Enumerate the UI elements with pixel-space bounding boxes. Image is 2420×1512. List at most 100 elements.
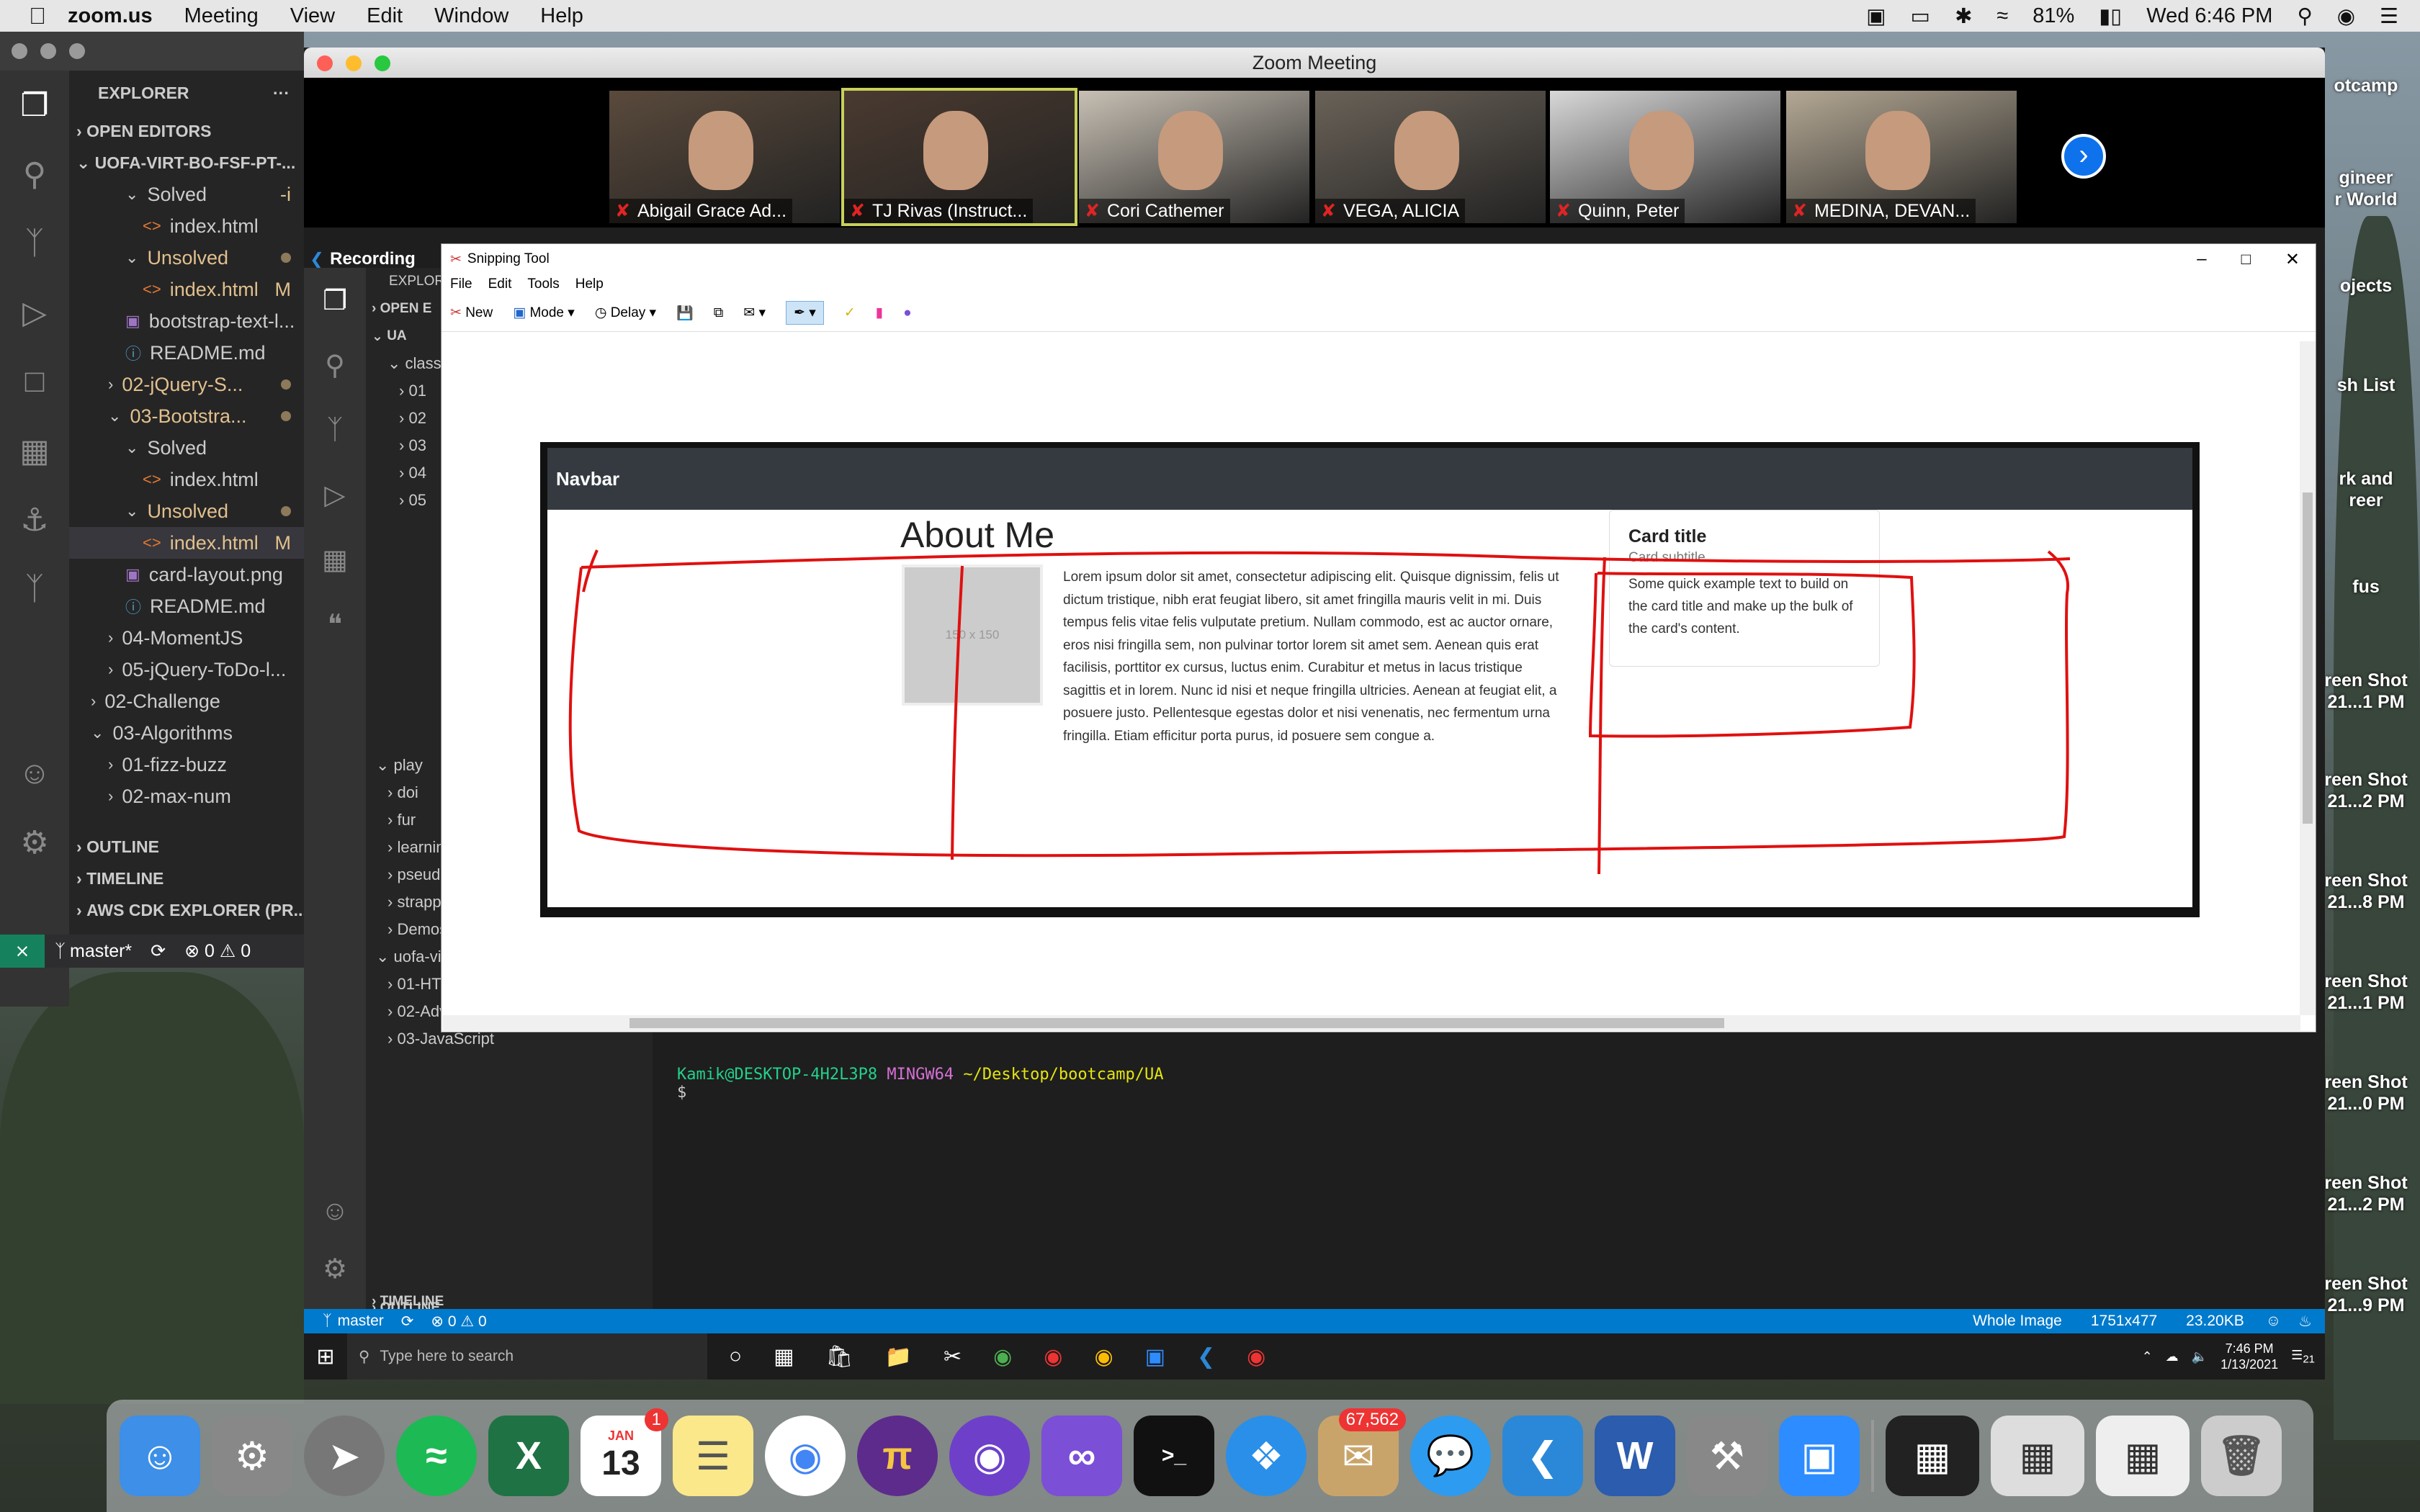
tree-item[interactable]: ⌄ Unsolved <box>69 495 304 527</box>
vscode-dock-icon[interactable]: ❮ <box>1502 1416 1583 1496</box>
menu-help[interactable]: Help <box>540 4 583 28</box>
bluetooth-icon[interactable]: ✱ <box>1955 4 1972 29</box>
mode-button[interactable]: ▣ Mode ▾ <box>513 305 575 321</box>
participant-tile[interactable]: ✘ MEDINA, DEVAN... <box>1786 91 2017 223</box>
launchpad-icon[interactable]: ➤ <box>304 1416 385 1496</box>
desktop-icon-label[interactable]: reen Shot 21...1 PM <box>2319 670 2413 713</box>
desktop-icon-label[interactable]: reen Shot 21...0 PM <box>2319 1071 2413 1115</box>
search-icon[interactable]: ⚲ <box>0 140 69 209</box>
clock[interactable]: Wed 6:46 PM <box>2146 4 2272 28</box>
wifi-icon[interactable]: ≈ <box>1996 4 2008 28</box>
tree-item[interactable]: ▣ bootstrap-text-l... <box>69 305 304 337</box>
tree-item[interactable]: <> index.html M <box>69 527 304 559</box>
pi-network-icon[interactable]: π <box>857 1416 938 1496</box>
docker-icon[interactable]: ⚓ <box>0 485 69 554</box>
menu-window[interactable]: Window <box>434 4 508 28</box>
tree-item[interactable]: ⌄ 03-Algorithms <box>69 717 304 749</box>
explorer-icon[interactable]: ❐ <box>0 71 69 140</box>
desktop-icon-label[interactable]: ojects <box>2319 275 2413 297</box>
save-icon[interactable]: 💾 <box>676 305 694 322</box>
zoom-fullscreen-button[interactable] <box>375 55 390 71</box>
sync-icon[interactable]: ⟳ <box>151 940 166 962</box>
system-preferences-icon[interactable]: ⚙ <box>212 1416 292 1496</box>
spotify-icon[interactable]: ≈ <box>396 1416 477 1496</box>
tree-item[interactable]: › 02-max-num <box>69 780 304 812</box>
snip-menu-file[interactable]: File <box>450 276 472 292</box>
wireless-diagnostics-icon[interactable]: ⚒ <box>1687 1416 1767 1496</box>
new-snip-button[interactable]: ✂ New <box>450 305 493 321</box>
safari-icon[interactable]: ❖ <box>1226 1416 1307 1496</box>
maximize-icon[interactable]: □ <box>2241 250 2251 269</box>
desktop-icon-label[interactable]: otcamp <box>2319 75 2413 96</box>
window-thumbnail-1[interactable]: ▦ <box>1886 1416 1979 1496</box>
zoom-minimize-button[interactable] <box>346 55 362 71</box>
open-editors-section[interactable]: › OPEN EDITORS <box>69 115 304 147</box>
desktop-icon-label[interactable]: reen Shot 21...9 PM <box>2319 1273 2413 1316</box>
trash-icon[interactable]: 🗑 <box>2201 1416 2282 1496</box>
branch-name[interactable]: master* <box>70 941 132 962</box>
calendar-icon[interactable]: JAN 13 1 <box>581 1408 668 1496</box>
close-icon[interactable]: ✕ <box>2285 249 2300 270</box>
snip-menu-help[interactable]: Help <box>575 276 604 292</box>
tree-item[interactable]: ⓘ README.md <box>69 337 304 369</box>
run-debug-icon[interactable]: ▷ <box>0 278 69 347</box>
desktop-icon-label[interactable]: reen Shot 21...2 PM <box>2319 1172 2413 1215</box>
desktop-icon-label[interactable]: sh List <box>2319 374 2413 396</box>
highlighter-icon[interactable]: ✓ <box>844 305 856 321</box>
tree-item[interactable]: ⌄ Unsolved <box>69 242 304 274</box>
terminal-icon[interactable]: >_ <box>1134 1416 1214 1496</box>
next-page-arrow-icon[interactable]: › <box>2061 134 2106 179</box>
tree-item[interactable]: ⌄ 03-Bootstra... <box>69 400 304 432</box>
zoom-dot[interactable] <box>69 43 85 59</box>
excel-icon[interactable]: X <box>488 1416 569 1496</box>
aws-cdk-section[interactable]: › AWS CDK EXPLORER (PR... <box>69 894 304 926</box>
menu-meeting[interactable]: Meeting <box>184 4 259 28</box>
terminal[interactable]: Kamik@DESKTOP-4H2L3P8 MINGW64 ~/Desktop/… <box>677 1066 1164 1102</box>
workspace-root[interactable]: ⌄ UOFA-VIRT-BO-FSF-PT-... <box>69 147 304 179</box>
tree-item[interactable]: <> index.html M <box>69 274 304 305</box>
close-dot[interactable] <box>12 43 27 59</box>
extensions-icon[interactable]: ▦ <box>0 416 69 485</box>
desktop-icon-label[interactable]: reen Shot 21...2 PM <box>2319 769 2413 812</box>
tree-item[interactable]: ⌄ Solved -i <box>69 179 304 210</box>
tree-item[interactable]: ▣ card-layout.png <box>69 559 304 590</box>
tree-item[interactable]: › 05-jQuery-ToDo-l... <box>69 654 304 685</box>
source-control-icon[interactable]: ᛉ <box>0 209 69 278</box>
desktop-icon-label[interactable]: reen Shot 21...1 PM <box>2319 971 2413 1014</box>
tree-item[interactable]: › 02-Challenge <box>69 685 304 717</box>
minimize-dot[interactable] <box>40 43 56 59</box>
scrollbar-thumb[interactable] <box>629 1018 1724 1028</box>
finder-icon[interactable]: ☺ <box>120 1416 200 1496</box>
zoom-status-icon[interactable]: ▣ <box>1866 4 1886 29</box>
problems-count[interactable]: ⊗ 0 ⚠ 0 <box>184 940 251 962</box>
siri-icon[interactable]: ◉ <box>2337 4 2355 29</box>
settings-gear-icon[interactable]: ⚙ <box>0 808 69 877</box>
eraser-icon[interactable]: ▮ <box>876 305 883 321</box>
delay-button[interactable]: ◷ Delay ▾ <box>595 305 656 321</box>
airplay-icon[interactable]: ▭ <box>1911 4 1930 29</box>
mail-icon[interactable]: ✉ 67,562 <box>1318 1408 1406 1496</box>
outline-section[interactable]: › OUTLINE <box>69 831 304 863</box>
menu-app-name[interactable]: zoom.us <box>68 4 153 28</box>
copy-icon[interactable]: ⧉ <box>714 305 724 321</box>
menu-edit[interactable]: Edit <box>367 4 403 28</box>
window-thumbnail-2[interactable]: ▦ <box>1991 1416 2084 1496</box>
account-icon[interactable]: ☺ <box>0 739 69 808</box>
notification-center-icon[interactable]: ☰ <box>2380 4 2398 29</box>
battery-icon[interactable]: ▮▯ <box>2099 4 2122 29</box>
tree-item[interactable]: ⌄ Solved <box>69 432 304 464</box>
participant-tile[interactable]: ✘ Abigail Grace Ad... <box>609 91 840 223</box>
snip-menu-tools[interactable]: Tools <box>527 276 559 292</box>
zoom-close-button[interactable] <box>317 55 333 71</box>
tree-item[interactable]: <> index.html <box>69 210 304 242</box>
send-icon[interactable]: ✉ ▾ <box>743 305 766 321</box>
tree-item[interactable]: › 04-MomentJS <box>69 622 304 654</box>
desktop-icon-label[interactable]: reen Shot 21...8 PM <box>2319 870 2413 913</box>
paint3d-icon[interactable]: ● <box>903 305 911 321</box>
messages-icon[interactable]: 💬 <box>1410 1416 1491 1496</box>
github-desktop-icon[interactable]: ◉ <box>949 1416 1030 1496</box>
remote-explorer-icon[interactable]: □ <box>0 347 69 416</box>
spotlight-icon[interactable]: ⚲ <box>2297 4 2312 29</box>
more-actions-icon[interactable]: ··· <box>273 84 290 103</box>
vertical-scrollbar-thumb[interactable] <box>2303 492 2313 824</box>
